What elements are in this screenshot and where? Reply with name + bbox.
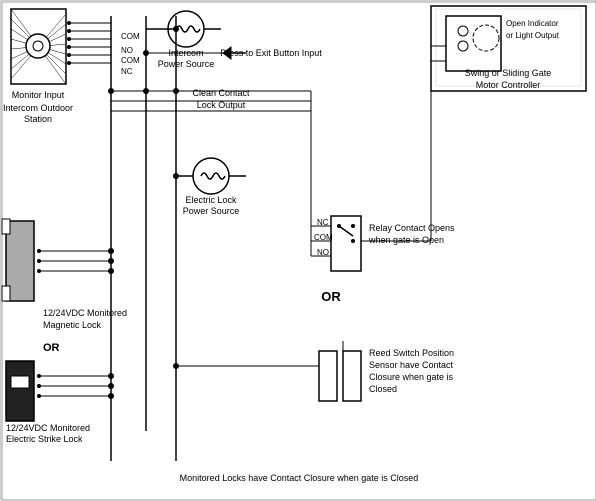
svg-text:Open Indicator: Open Indicator bbox=[506, 19, 559, 28]
svg-text:Reed Switch Position: Reed Switch Position bbox=[369, 348, 454, 358]
svg-text:NO: NO bbox=[121, 46, 133, 55]
svg-text:12/24VDC Monitored: 12/24VDC Monitored bbox=[6, 423, 90, 433]
svg-text:Press to Exit Button Input: Press to Exit Button Input bbox=[220, 48, 322, 58]
svg-text:Closure when gate is: Closure when gate is bbox=[369, 372, 454, 382]
svg-text:Sensor have Contact: Sensor have Contact bbox=[369, 360, 454, 370]
svg-text:COM: COM bbox=[121, 32, 140, 41]
svg-text:Magnetic Lock: Magnetic Lock bbox=[43, 320, 102, 330]
svg-text:OR: OR bbox=[43, 342, 60, 354]
svg-text:when gate is Open: when gate is Open bbox=[368, 235, 444, 245]
svg-text:Monitored Locks have Contact C: Monitored Locks have Contact Closure whe… bbox=[180, 473, 419, 483]
svg-text:Clean Contact: Clean Contact bbox=[192, 88, 250, 98]
svg-text:Electric Lock: Electric Lock bbox=[185, 195, 237, 205]
svg-text:12/24VDC Monitored: 12/24VDC Monitored bbox=[43, 308, 127, 318]
svg-text:Closed: Closed bbox=[369, 384, 397, 394]
svg-text:NC: NC bbox=[121, 67, 133, 76]
svg-text:Relay Contact Opens: Relay Contact Opens bbox=[369, 223, 455, 233]
svg-text:Intercom Outdoor: Intercom Outdoor bbox=[3, 103, 73, 113]
svg-text:Motor Controller: Motor Controller bbox=[476, 80, 541, 90]
svg-text:COM: COM bbox=[121, 56, 140, 65]
svg-text:Power Source: Power Source bbox=[183, 206, 240, 216]
svg-text:Station: Station bbox=[24, 114, 52, 124]
svg-text:or Light Output: or Light Output bbox=[506, 31, 560, 40]
svg-text:OR: OR bbox=[321, 289, 341, 304]
svg-text:Swing or Sliding Gate: Swing or Sliding Gate bbox=[465, 68, 552, 78]
wiring-diagram: Monitor Input Intercom Outdoor Station I… bbox=[0, 0, 596, 500]
svg-text:Power Source: Power Source bbox=[158, 59, 215, 69]
monitor-input-label: Monitor Input bbox=[12, 90, 65, 100]
svg-text:Electric Strike Lock: Electric Strike Lock bbox=[6, 434, 83, 444]
